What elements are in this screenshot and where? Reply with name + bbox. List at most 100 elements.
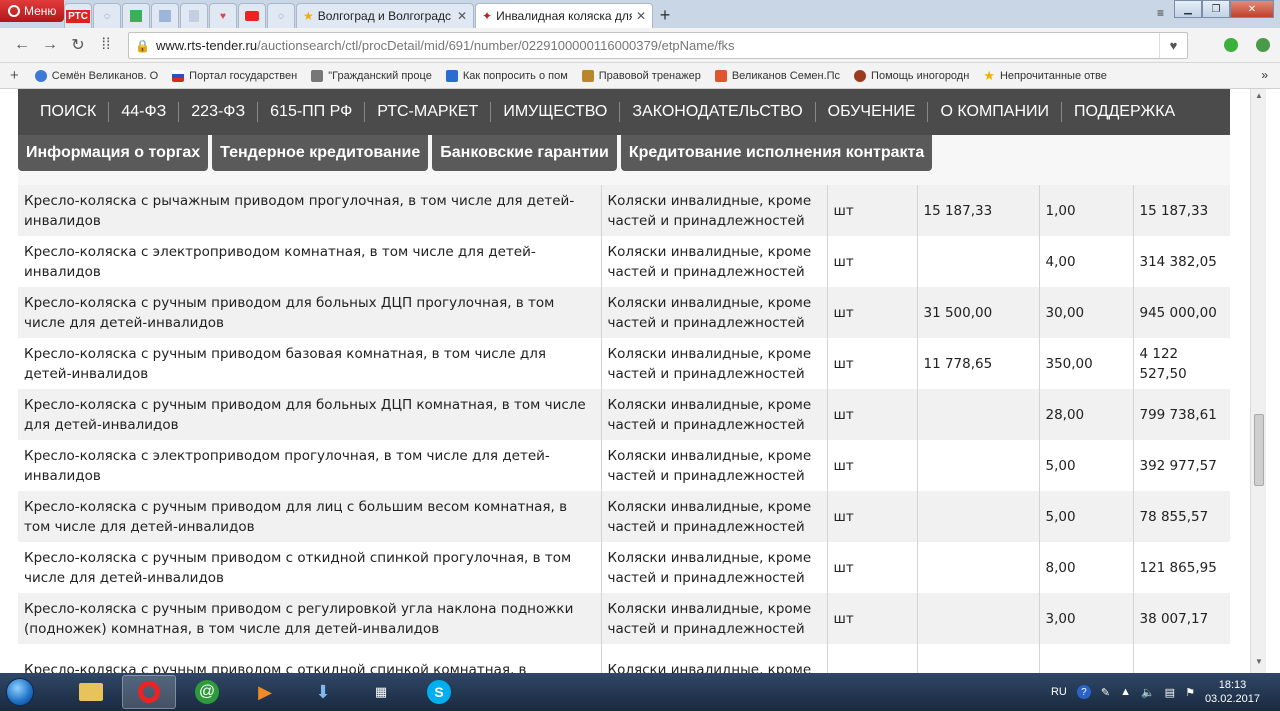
cell-name: Кресло-коляска с ручным приводом для бол… [18,287,602,338]
scrollbar-thumb[interactable] [1254,414,1264,486]
cell-okpd: Коляски инвалидные, кроме [601,644,828,673]
subnav-trade-info[interactable]: Информация о торгах [18,135,209,171]
back-icon[interactable]: ← [8,36,36,54]
bookmark-item[interactable]: Помощь иногородн [854,69,969,82]
nav-legislation[interactable]: ЗАКОНОДАТЕЛЬСТВО [620,102,816,122]
vpn-icon[interactable] [1256,38,1270,52]
taskbar-media-player[interactable]: ▶ [238,675,292,709]
reload-icon[interactable]: ↻ [64,35,92,55]
cell-qty: 350,00 [1039,338,1134,389]
clapper-icon: ▦ [374,684,388,699]
site-favicon-icon [159,10,171,22]
pinned-tab-green[interactable] [122,3,150,28]
bookmark-item[interactable]: Правовой тренажер [581,69,701,82]
new-tab-button[interactable]: + [654,3,676,28]
pinned-tab-loading[interactable]: ◌ [93,3,121,28]
download-icon[interactable] [1224,38,1238,52]
language-indicator[interactable]: RU [1051,686,1067,698]
cell-name: Кресло-коляска с рычажным приводом прогу… [18,185,602,236]
taskbar-321-player[interactable]: ▦ [354,675,408,709]
cell-unit: шт [827,236,918,287]
nav-615pp[interactable]: 615-ПП РФ [258,102,366,122]
cell-name: Кресло-коляска с ручным приводом для лиц… [18,491,602,542]
table-row: Кресло-коляска с электроприводом прогуло… [18,440,1230,491]
pinned-tab-doc[interactable] [180,3,208,28]
subnav-tender-credit[interactable]: Тендерное кредитование [212,135,429,171]
cell-name: Кресло-коляска с ручным приводом с регул… [18,593,602,644]
close-tab-icon[interactable]: ✕ [636,9,646,23]
cell-qty: 4,00 [1039,236,1134,287]
pinned-tab-youtube[interactable] [238,3,266,28]
table-row: Кресло-коляска с ручным приводом базовая… [18,338,1230,389]
bookmark-heart-icon[interactable]: ♥ [1159,33,1187,58]
maximize-icon[interactable]: ❐ [1202,0,1230,18]
bookmark-item[interactable]: ★ Непрочитанные отве [983,68,1107,84]
nav-rts-market[interactable]: РТС-МАРКЕТ [365,102,492,122]
pinned-tab-blue[interactable] [151,3,179,28]
bookmark-item[interactable]: "Гражданский проце [311,69,432,82]
eagle-favicon-icon: ✦ [482,9,493,23]
bookmark-favicon-icon [714,69,727,82]
volume-icon[interactable]: 🔈 [1141,686,1155,699]
youtube-icon [245,11,259,21]
tab-volgograd[interactable]: ★ Волгоград и Волгоградс ✕ [296,3,474,28]
taskbar-download-manager[interactable]: ⬇ [296,675,350,709]
site-favicon-icon [130,10,142,22]
taskbar-mail[interactable]: @ [180,675,234,709]
cell-sum: 945 000,00 [1139,304,1217,321]
speed-dial-icon[interactable]: ⁞⁞ [92,36,120,54]
nav-about[interactable]: О КОМПАНИИ [928,102,1063,122]
bookmark-item[interactable]: Как попросить о пом [445,69,568,82]
url-field[interactable]: 🔒 www.rts-tender.ru /auctionsearch/ctl/p… [128,32,1188,59]
opera-logo-icon [8,5,20,17]
more-bookmarks-icon[interactable]: » [1261,68,1268,82]
nav-property[interactable]: ИМУЩЕСТВО [491,102,621,122]
nav-search[interactable]: ПОИСК [28,102,110,122]
tab-wheelchair[interactable]: ✦ Инвалидная коляска для ✕ [475,3,653,28]
close-tab-icon[interactable]: ✕ [457,9,467,23]
site-favicon-icon [189,10,199,22]
add-bookmark-icon[interactable]: + [10,67,19,84]
table-row: Кресло-коляска с ручным приводом для бол… [18,287,1230,338]
pinned-tab-loading-2[interactable]: ◌ [267,3,295,28]
help-icon[interactable]: ? [1076,685,1091,699]
cell-sum: 799 738,61 [1139,406,1217,423]
cell-price [917,491,1040,542]
cell-name: Кресло-коляска с электроприводом комнатн… [18,236,602,287]
minimize-icon[interactable]: ▁ [1174,0,1202,18]
cell-okpd: Коляски инвалидные, кроме частей и прина… [601,287,828,338]
page-scrollbar[interactable]: ▲ ▼ [1250,89,1266,673]
network-icon[interactable]: ▤ [1165,686,1175,699]
pen-icon[interactable]: ✎ [1101,686,1110,699]
taskbar-explorer[interactable] [64,675,118,709]
cell-name: Кресло-коляска с электроприводом прогуло… [18,440,602,491]
bookmark-item[interactable]: Семён Великанов. О [34,69,158,82]
clock[interactable]: 18:13 03.02.2017 [1205,678,1260,706]
tab-menu-icon[interactable]: ≡ [1157,6,1164,20]
bookmark-item[interactable]: Портал государствен [172,69,297,82]
scroll-up-icon[interactable]: ▲ [1251,91,1267,105]
table-row: Кресло-коляска с ручным приводом с откид… [18,644,1230,673]
pinned-tab-rts[interactable]: РТС [64,3,92,28]
flag-icon[interactable]: ⚑ [1185,686,1195,699]
bookmark-favicon-icon [581,69,594,82]
cell-price [917,236,1040,287]
show-hidden-icons[interactable]: ▲ [1120,686,1131,698]
cell-unit: шт [827,542,918,593]
nav-223fz[interactable]: 223-ФЗ [179,102,259,122]
nav-training[interactable]: ОБУЧЕНИЕ [816,102,929,122]
subnav-contract-credit[interactable]: Кредитование исполнения контракта [620,135,933,171]
forward-icon[interactable]: → [36,36,64,54]
close-window-icon[interactable]: ✕ [1230,0,1274,18]
browser-menu-button[interactable]: Меню [0,0,65,22]
scroll-down-icon[interactable]: ▼ [1251,657,1267,671]
nav-44fz[interactable]: 44-ФЗ [109,102,180,122]
start-button[interactable] [0,673,40,711]
taskbar-opera[interactable] [122,675,176,709]
taskbar-skype[interactable]: S [412,675,466,709]
nav-support[interactable]: ПОДДЕРЖКА [1062,102,1187,122]
cell-price: 31 500,00 [917,287,1040,338]
pinned-tab-pink[interactable]: ♥ [209,3,237,28]
bookmark-item[interactable]: Великанов Семен.Пс [714,69,840,82]
subnav-bank-guarantees[interactable]: Банковские гарантии [432,135,617,171]
